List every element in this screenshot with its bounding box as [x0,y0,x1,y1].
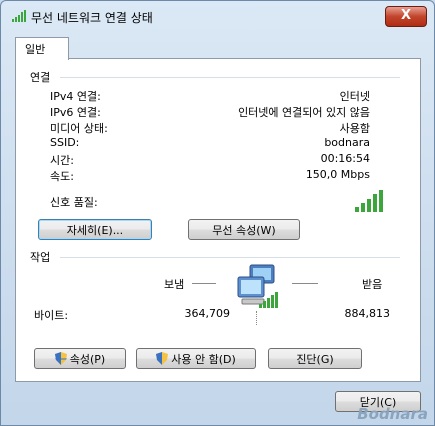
speed-value: 150,0 Mbps [305,168,370,181]
status-dialog: 무선 네트워크 연결 상태 X 일반 연결 IPv4 연결: 인터넷 IPv6 … [0,0,435,426]
duration-label: 시간: [50,154,74,167]
tab-general-label: 일반 [25,43,46,56]
signal-quality-label: 신호 품질: [50,196,98,209]
properties-button[interactable]: 속성(P) [34,348,126,369]
window-title: 무선 네트워크 연결 상태 [31,11,153,25]
ipv6-label: IPv6 연결: [50,106,101,119]
wireless-signal-icon [259,292,278,308]
media-state-value: 사용함 [339,122,370,135]
media-state-label: 미디어 상태: [50,122,108,135]
close-window-button[interactable]: X [385,6,427,27]
speed-label: 속도: [50,170,74,183]
duration-value: 00:16:54 [320,152,370,165]
wireless-properties-button[interactable]: 무선 속성(W) [188,219,300,240]
watermark: Bodnara [357,405,428,423]
uac-shield-icon [54,352,67,365]
diagnose-button[interactable]: 진단(G) [268,348,362,369]
properties-button-label: 속성(P) [69,353,106,366]
received-line [292,283,318,284]
activity-group-label: 작업 [30,251,51,264]
ssid-value: bodnara [324,136,370,149]
bytes-label: 바이트: [34,309,69,322]
activity-divider [256,311,258,325]
ipv6-value: 인터넷에 연결되어 있지 않음 [238,106,370,119]
diagnose-button-label: 진단(G) [296,353,334,366]
general-panel: 연결 IPv4 연결: 인터넷 IPv6 연결: 인터넷에 연결되어 있지 않음… [15,58,421,382]
disable-button[interactable]: 사용 안 함(D) [136,348,256,369]
wireless-properties-button-label: 무선 속성(W) [212,224,276,237]
bytes-sent-value: 364,709 [184,307,231,320]
activity-separator [60,257,400,258]
sent-label: 보냄 [164,278,185,291]
bytes-received-value: 884,813 [344,307,391,320]
uac-shield-icon [156,352,169,365]
disable-button-label: 사용 안 함(D) [171,353,236,366]
signal-quality-icon [355,190,383,212]
received-label: 받음 [362,278,383,291]
signal-strength-icon [12,10,26,22]
connection-separator [60,77,400,78]
ipv4-value: 인터넷 [339,90,370,103]
ssid-label: SSID: [50,136,80,149]
details-button[interactable]: 자세히(E)... [38,219,152,240]
details-button-label: 자세히(E)... [66,224,124,237]
tab-general[interactable]: 일반 [15,37,69,60]
connection-group-label: 연결 [30,71,51,84]
sent-line [192,283,216,284]
title-bar[interactable]: 무선 네트워크 연결 상태 X [1,1,434,31]
ipv4-label: IPv4 연결: [50,90,101,103]
